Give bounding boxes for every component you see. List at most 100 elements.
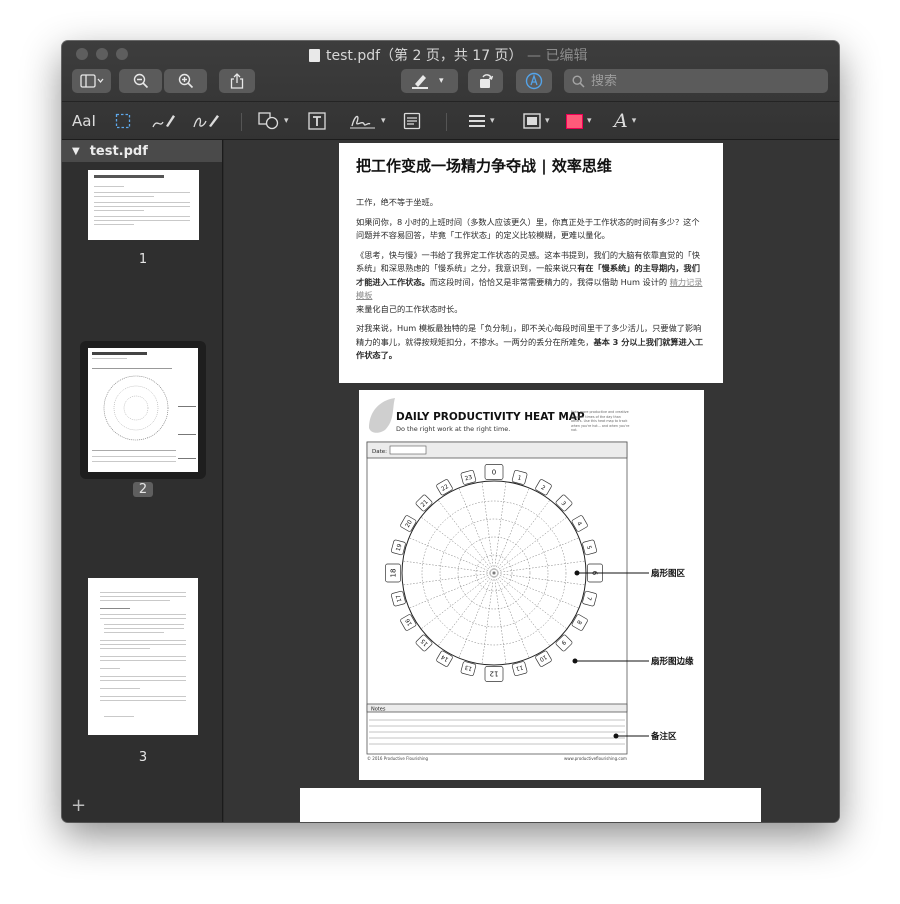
wheel-spoke (408, 572, 495, 609)
signature-icon (350, 115, 375, 129)
date-field (389, 445, 427, 455)
note-icon (403, 112, 421, 130)
font-style-button[interactable]: A ▾ (614, 110, 636, 132)
sidebar-file-header[interactable]: ▼ test.pdf (62, 140, 222, 162)
annotation-label-pie-edge: 扇形图边缘 (651, 656, 694, 667)
thumbnail-page-3[interactable] (88, 578, 198, 735)
highlight-button[interactable]: ▾ (401, 69, 458, 93)
paragraph-3-text-d: 来量化自己的工作状态时长。 (356, 303, 463, 314)
heatmap-subheading: Do the right work at the right time. (396, 425, 510, 433)
chevron-down-icon: ▾ (587, 116, 592, 126)
annotation-notes-area: 备注区 (613, 731, 677, 742)
search-icon (572, 74, 585, 88)
border-color-button[interactable]: ▾ (523, 110, 550, 132)
text-style-button[interactable]: AaI (72, 110, 96, 132)
thumbnail-page-2[interactable] (88, 348, 198, 472)
wheel-spoke (437, 499, 495, 574)
chevron-down-icon: ▾ (439, 76, 444, 86)
page-number-3[interactable]: 3 (133, 750, 153, 765)
markup-toolbar-toggle[interactable] (516, 69, 552, 93)
hour-tab: 2 (535, 479, 552, 496)
hour-tab: 13 (460, 661, 477, 677)
sidebar-icon (79, 74, 103, 88)
rotate-button[interactable] (468, 69, 503, 93)
annotation-label-pie-area: 扇形图区 (651, 568, 686, 579)
annotation-pie-edge: 扇形图边缘 (572, 656, 694, 667)
chevron-down-icon: ▾ (490, 116, 495, 126)
document-page-3 (300, 788, 761, 822)
zoom-out-button[interactable] (119, 69, 162, 93)
fill-color-swatch (566, 113, 583, 129)
hour-tab: 4 (571, 515, 588, 532)
highlighter-icon (412, 75, 428, 89)
wheel-spoke (458, 572, 495, 659)
chevron-down-icon: ▾ (631, 116, 637, 126)
wheel-spoke (493, 572, 530, 659)
close-window-button[interactable] (76, 48, 88, 60)
hour-tab: 20 (400, 515, 417, 532)
wheel-spoke (420, 572, 495, 630)
font-a-icon: A (614, 110, 628, 132)
share-icon (230, 73, 244, 89)
text-box-button[interactable] (308, 110, 326, 132)
toolbar-divider (446, 113, 447, 131)
add-page-button[interactable]: + (71, 795, 86, 816)
markup-pen-icon (525, 72, 543, 90)
share-button[interactable] (219, 69, 255, 93)
thumbnail-page-1[interactable] (88, 170, 199, 240)
draw-icon (193, 115, 219, 128)
wheel-spoke (420, 516, 495, 574)
hour-label: 18 (389, 569, 397, 578)
hour-tab: 21 (415, 494, 433, 512)
sketch-button[interactable] (152, 110, 176, 132)
document-view[interactable]: 把工作变成一场精力争夺战 | 效率思维 工作，绝不等于坐班。 如果问你，8 小时… (224, 140, 839, 822)
paragraph-3-text-c: 而这段时间，恰恰又是非常需要精力的，我得以借助 Hum 设计的 (429, 276, 668, 287)
signature-button[interactable]: ▾ (349, 110, 386, 132)
hour-label: 0 (492, 468, 496, 476)
hour-tab: 14 (436, 650, 453, 667)
annotation-label-notes-area: 备注区 (650, 731, 677, 742)
hour-tab: 23 (460, 469, 477, 485)
date-label: Date: (372, 449, 387, 455)
text-box-icon (308, 112, 326, 130)
document-page-2: DAILY PRODUCTIVITY HEAT MAP Do the right… (359, 390, 704, 780)
sketch-icon (152, 115, 175, 128)
search-field[interactable] (564, 69, 828, 93)
hour-label: 12 (490, 670, 499, 678)
wheel-spoke (437, 572, 495, 647)
line-style-button[interactable]: ▾ (468, 110, 495, 132)
leaf-logo-icon (369, 398, 395, 433)
document-page-1: 把工作变成一场精力争夺战 | 效率思维 工作，绝不等于坐班。 如果问你，8 小时… (339, 143, 723, 383)
page-number-1[interactable]: 1 (133, 252, 153, 267)
hour-tab: 19 (390, 539, 406, 556)
thumbnail-heatmap-drawing (103, 375, 169, 441)
note-button[interactable] (403, 110, 421, 132)
paragraph-4: 对我来说，Hum 模板最独特的是「负分制」，即不关心每段时间里干了多少活儿，只要… (356, 322, 706, 363)
line-style-icon (469, 115, 485, 127)
rect-selection-button[interactable] (115, 110, 131, 132)
wheel-spoke (493, 499, 551, 574)
disclosure-triangle-icon[interactable]: ▼ (72, 146, 80, 157)
toolbar-divider (241, 113, 242, 131)
page-number-2[interactable]: 2 (133, 482, 153, 497)
notes-lines (369, 719, 625, 745)
chevron-down-icon: ▾ (545, 116, 550, 126)
sidebar-toggle-button[interactable] (72, 69, 111, 93)
hour-tab: 15 (415, 634, 433, 652)
wheel-spoke (493, 537, 580, 574)
wheel-spoke (493, 572, 551, 647)
fill-color-button[interactable]: ▾ (566, 110, 592, 132)
search-input[interactable] (591, 73, 811, 89)
shapes-button[interactable]: ▾ (258, 110, 289, 132)
hour-tab: 8 (571, 614, 588, 631)
zoom-in-button[interactable] (164, 69, 207, 93)
paragraph-1: 工作，绝不等于坐班。 (356, 197, 438, 207)
minimize-window-button[interactable] (96, 48, 108, 60)
border-color-icon (523, 113, 541, 129)
heatmap-figure: DAILY PRODUCTIVITY HEAT MAP Do the right… (366, 398, 694, 761)
draw-button[interactable] (193, 110, 221, 132)
zoom-window-button[interactable] (116, 48, 128, 60)
edited-status: — 已编辑 (527, 48, 588, 64)
hour-tab: 12 (484, 666, 504, 682)
heatmap-side-note: Note more productive and creative at som… (571, 410, 630, 433)
